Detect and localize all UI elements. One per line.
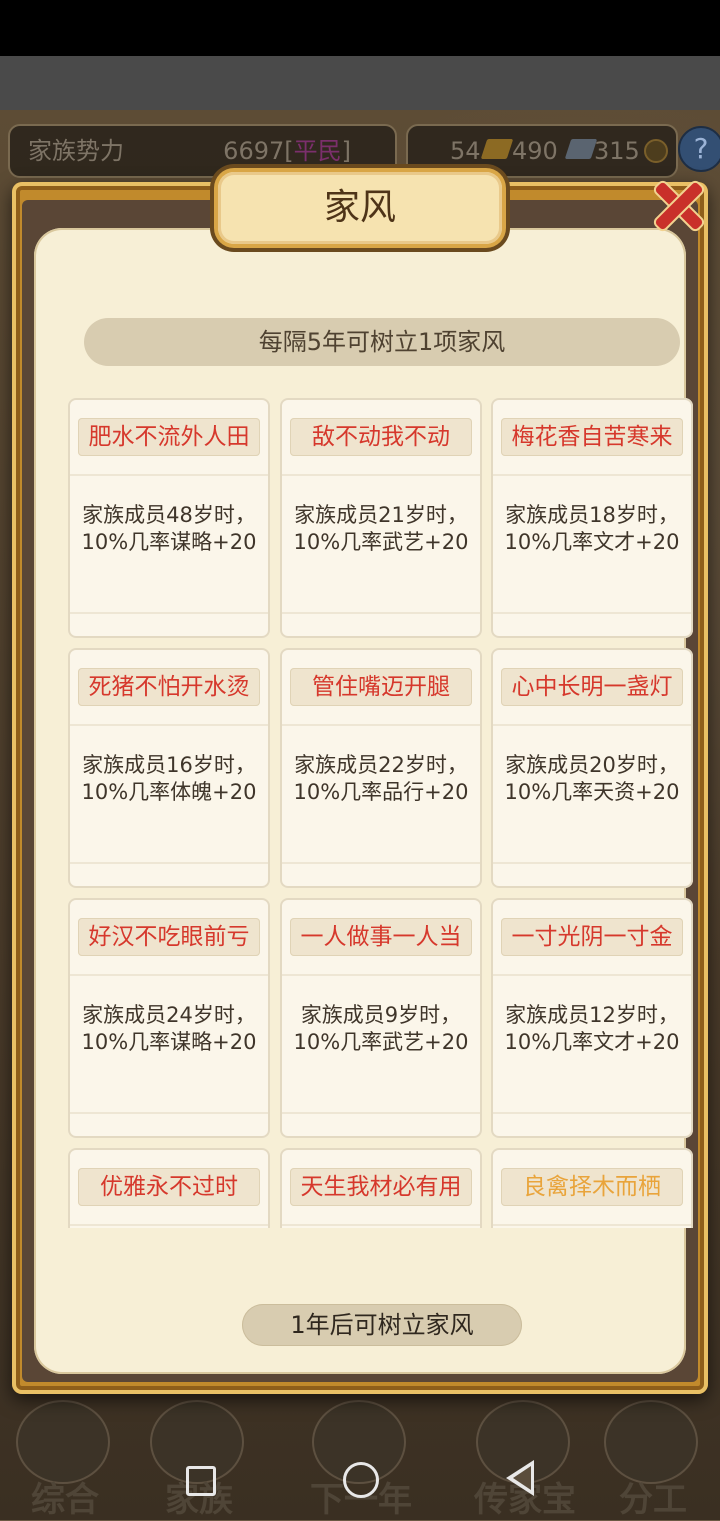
card-title: 心中长明一盏灯 bbox=[501, 668, 683, 706]
card-title: 敌不动我不动 bbox=[290, 418, 472, 456]
status-bar bbox=[0, 0, 720, 56]
card-description: 家族成员24岁时，10%几率谋略+20 bbox=[81, 1003, 257, 1054]
family-rank: 平民 bbox=[293, 137, 342, 165]
card-divider bbox=[493, 974, 691, 976]
family-style-card[interactable]: 天生我材必有用 bbox=[280, 1148, 482, 1228]
dialog-body: 每隔5年可树立1项家风 肥水不流外人田 家族成员48岁时，10%几率谋略+20 … bbox=[34, 228, 693, 1374]
family-style-grid: 肥水不流外人田 家族成员48岁时，10%几率谋略+20 敌不动我不动 家族成员2… bbox=[68, 398, 698, 1228]
family-style-card[interactable]: 心中长明一盏灯 家族成员20岁时，10%几率天资+20 bbox=[491, 648, 693, 888]
card-description: 家族成员21岁时，10%几率武艺+20 bbox=[293, 503, 469, 554]
card-divider bbox=[493, 474, 691, 476]
info-banner: 每隔5年可树立1项家风 bbox=[84, 318, 680, 366]
bracket-open: [ bbox=[284, 137, 294, 165]
back-icon[interactable] bbox=[506, 1460, 534, 1496]
card-title: 一寸光阴一寸金 bbox=[501, 918, 683, 956]
bracket-close: ] bbox=[341, 137, 351, 165]
card-description: 家族成员12岁时，10%几率文才+20 bbox=[504, 1003, 680, 1054]
family-power-label: 家族势力 bbox=[28, 137, 124, 165]
card-divider bbox=[493, 1224, 691, 1226]
family-style-card[interactable]: 优雅永不过时 bbox=[68, 1148, 270, 1228]
gold-ingot-icon bbox=[480, 139, 514, 159]
gold-count: 54 bbox=[450, 137, 481, 165]
card-title: 良禽择木而栖 bbox=[501, 1168, 683, 1206]
silver-count: 490 bbox=[512, 137, 558, 165]
card-footer-line bbox=[282, 612, 480, 614]
coin-count: 315 bbox=[594, 137, 640, 165]
card-divider bbox=[70, 1224, 268, 1226]
card-divider bbox=[282, 724, 480, 726]
family-power-value-group: 6697[平民] bbox=[223, 126, 351, 176]
family-style-card[interactable]: 死猪不怕开水烫 家族成员16岁时，10%几率体魄+20 bbox=[68, 648, 270, 888]
card-description: 家族成员20岁时，10%几率天资+20 bbox=[504, 753, 680, 804]
card-title: 死猪不怕开水烫 bbox=[78, 668, 260, 706]
card-footer-line bbox=[493, 1112, 691, 1114]
card-divider bbox=[70, 974, 268, 976]
family-style-card[interactable]: 一寸光阴一寸金 家族成员12岁时，10%几率文才+20 bbox=[491, 898, 693, 1138]
card-divider bbox=[282, 974, 480, 976]
card-title: 优雅永不过时 bbox=[78, 1168, 260, 1206]
card-divider bbox=[70, 474, 268, 476]
card-description: 家族成员16岁时，10%几率体魄+20 bbox=[81, 753, 257, 804]
card-title: 一人做事一人当 bbox=[290, 918, 472, 956]
dim-band bbox=[0, 56, 720, 110]
top-resource-bar: 家族势力 6697[平民] 54 490 315 ? bbox=[8, 124, 720, 178]
system-nav-bar bbox=[0, 1440, 720, 1520]
help-button[interactable]: ? bbox=[678, 126, 720, 172]
card-footer-line bbox=[282, 862, 480, 864]
family-style-card[interactable]: 好汉不吃眼前亏 家族成员24岁时，10%几率谋略+20 bbox=[68, 898, 270, 1138]
card-title: 肥水不流外人田 bbox=[78, 418, 260, 456]
card-description: 家族成员48岁时，10%几率谋略+20 bbox=[81, 503, 257, 554]
family-power-panel: 家族势力 6697[平民] bbox=[8, 124, 397, 178]
coin-icon bbox=[644, 139, 668, 163]
resource-panel: 54 490 315 bbox=[406, 124, 678, 178]
card-title: 管住嘴迈开腿 bbox=[290, 668, 472, 706]
dialog-title: 家风 bbox=[218, 172, 502, 244]
family-style-card[interactable]: 敌不动我不动 家族成员21岁时，10%几率武艺+20 bbox=[280, 398, 482, 638]
card-title: 梅花香自苦寒来 bbox=[501, 418, 683, 456]
card-footer-line bbox=[493, 862, 691, 864]
card-description: 家族成员18岁时，10%几率文才+20 bbox=[504, 503, 680, 554]
card-title: 天生我材必有用 bbox=[290, 1168, 472, 1206]
silver-ingot-icon bbox=[564, 139, 598, 159]
family-style-card[interactable]: 良禽择木而栖 bbox=[491, 1148, 693, 1228]
recent-apps-icon[interactable] bbox=[186, 1466, 216, 1496]
family-style-card[interactable]: 管住嘴迈开腿 家族成员22岁时，10%几率品行+20 bbox=[280, 648, 482, 888]
card-description: 家族成员22岁时，10%几率品行+20 bbox=[293, 753, 469, 804]
card-divider bbox=[282, 474, 480, 476]
card-divider bbox=[493, 724, 691, 726]
home-icon[interactable] bbox=[343, 1462, 379, 1498]
close-button[interactable] bbox=[644, 170, 714, 240]
card-divider bbox=[282, 1224, 480, 1226]
card-footer-line bbox=[493, 612, 691, 614]
family-style-card[interactable]: 一人做事一人当 家族成员9岁时，10%几率武艺+20 bbox=[280, 898, 482, 1138]
card-footer-line bbox=[70, 1112, 268, 1114]
family-style-card[interactable]: 肥水不流外人田 家族成员48岁时，10%几率谋略+20 bbox=[68, 398, 270, 638]
card-divider bbox=[70, 724, 268, 726]
card-title: 好汉不吃眼前亏 bbox=[78, 918, 260, 956]
card-footer-line bbox=[70, 862, 268, 864]
card-footer-line bbox=[282, 1112, 480, 1114]
family-style-dialog: 每隔5年可树立1项家风 肥水不流外人田 家族成员48岁时，10%几率谋略+20 … bbox=[12, 172, 708, 1394]
card-footer-line bbox=[70, 612, 268, 614]
card-description: 家族成员9岁时，10%几率武艺+20 bbox=[293, 1003, 469, 1054]
establish-style-button[interactable]: 1年后可树立家风 bbox=[242, 1304, 522, 1346]
family-style-card[interactable]: 梅花香自苦寒来 家族成员18岁时，10%几率文才+20 bbox=[491, 398, 693, 638]
family-power-value: 6697 bbox=[223, 137, 285, 165]
